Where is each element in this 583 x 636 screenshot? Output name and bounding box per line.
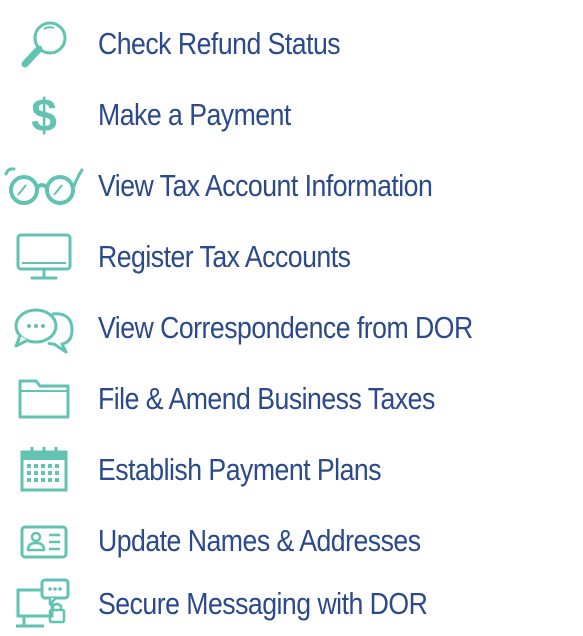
- menu-item-view-tax-account-information[interactable]: View Tax Account Information: [0, 154, 583, 218]
- menu-item-register-tax-accounts[interactable]: Register Tax Accounts: [0, 225, 583, 289]
- menu-item-establish-payment-plans[interactable]: Establish Payment Plans: [0, 438, 583, 502]
- menu-item-label: Update Names & Addresses: [98, 523, 421, 558]
- menu-item-make-a-payment[interactable]: $ Make a Payment: [0, 83, 583, 147]
- menu-item-label: View Correspondence from DOR: [98, 310, 473, 345]
- magnifier-icon: [4, 18, 84, 70]
- dollar-icon: $: [4, 89, 84, 141]
- menu-item-label: Check Refund Status: [98, 26, 341, 61]
- menu-item-label: Register Tax Accounts: [98, 239, 351, 274]
- menu-item-label: Secure Messaging with DOR: [98, 586, 428, 621]
- menu-item-label: Make a Payment: [98, 97, 291, 132]
- folder-icon: [4, 373, 84, 425]
- dollar-glyph: $: [31, 89, 57, 141]
- calendar-icon: [4, 444, 84, 496]
- menu-item-file-amend-business-taxes[interactable]: File & Amend Business Taxes: [0, 367, 583, 431]
- monitor-icon: [4, 231, 84, 283]
- id-card-icon: [4, 515, 84, 567]
- menu-item-view-correspondence-from-dor[interactable]: View Correspondence from DOR: [0, 296, 583, 360]
- menu-item-check-refund-status[interactable]: Check Refund Status: [0, 12, 583, 76]
- secure-message-icon: [4, 578, 84, 630]
- menu-item-label: Establish Payment Plans: [98, 452, 382, 487]
- menu-item-secure-messaging-with-dor[interactable]: Secure Messaging with DOR: [0, 572, 583, 636]
- menu-item-label: View Tax Account Information: [98, 168, 433, 203]
- chat-bubbles-icon: [4, 302, 84, 354]
- glasses-icon: [4, 160, 84, 212]
- services-menu: Check Refund Status $ Make a Payment Vie…: [0, 0, 583, 636]
- menu-item-label: File & Amend Business Taxes: [98, 381, 435, 416]
- menu-item-update-names-addresses[interactable]: Update Names & Addresses: [0, 509, 583, 573]
